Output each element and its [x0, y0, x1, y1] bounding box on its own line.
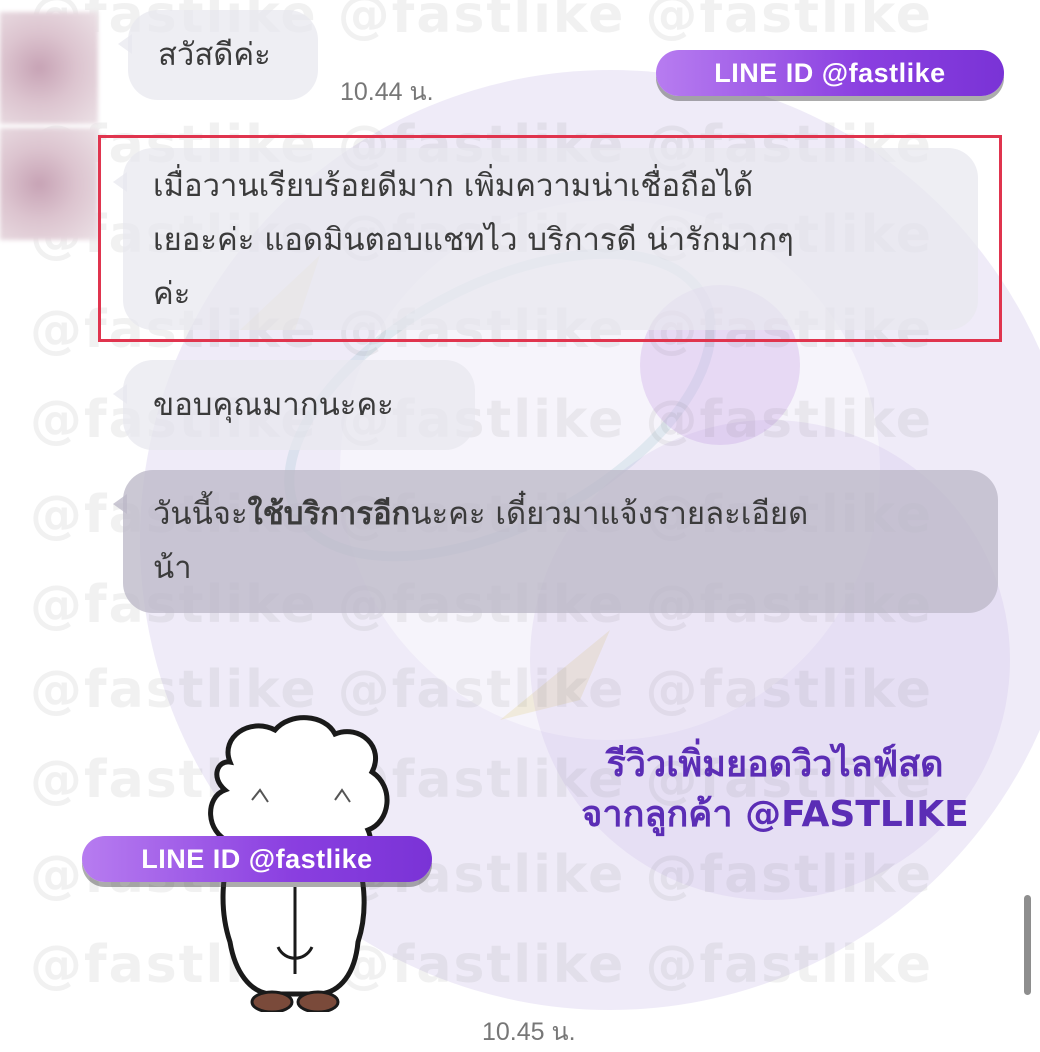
caption-line: จากลูกค้า @FASTLIKE [581, 794, 969, 835]
review-caption: รีวิวเพิ่มยอดวิวไลฟ์สด จากลูกค้า @FASTLI… [540, 740, 1010, 840]
message-bold-text: ใช้บริการอีก [247, 496, 411, 532]
bubble-tail [113, 384, 127, 404]
message-text: ขอบคุณมากนะคะ [153, 387, 394, 423]
highlight-frame [98, 135, 1002, 342]
avatar[interactable] [0, 12, 98, 124]
bubble-tail [113, 494, 127, 514]
message-bubble[interactable]: สวัสดีค่ะ [118, 10, 318, 100]
scrollbar[interactable] [1024, 895, 1031, 995]
watermark: @fastlike @fastlike @fastlike [30, 660, 934, 720]
message-text-line: น้า [153, 550, 192, 586]
message-timestamp: 10.44 น. [340, 78, 434, 106]
bubble-tail [118, 34, 132, 54]
avatar[interactable] [0, 128, 98, 240]
message-text: สวัสดีค่ะ [158, 37, 271, 73]
watermark: @fastlike @fastlike @fastlike [30, 935, 934, 995]
message-text-line: วันนี้จะใช้บริการอีกนะคะ เดี๋ยวมาแจ้งราย… [153, 496, 809, 532]
line-id-badge[interactable]: LINE ID @fastlike [656, 50, 1004, 96]
message-bubble[interactable]: ขอบคุณมากนะคะ [113, 360, 475, 450]
message-timestamp: 10.45 น. [482, 1018, 576, 1046]
line-id-badge[interactable]: LINE ID @fastlike [82, 836, 432, 882]
message-bubble[interactable]: วันนี้จะใช้บริการอีกนะคะ เดี๋ยวมาแจ้งราย… [113, 470, 998, 613]
caption-line: รีวิวเพิ่มยอดวิวไลฟ์สด [606, 744, 944, 785]
